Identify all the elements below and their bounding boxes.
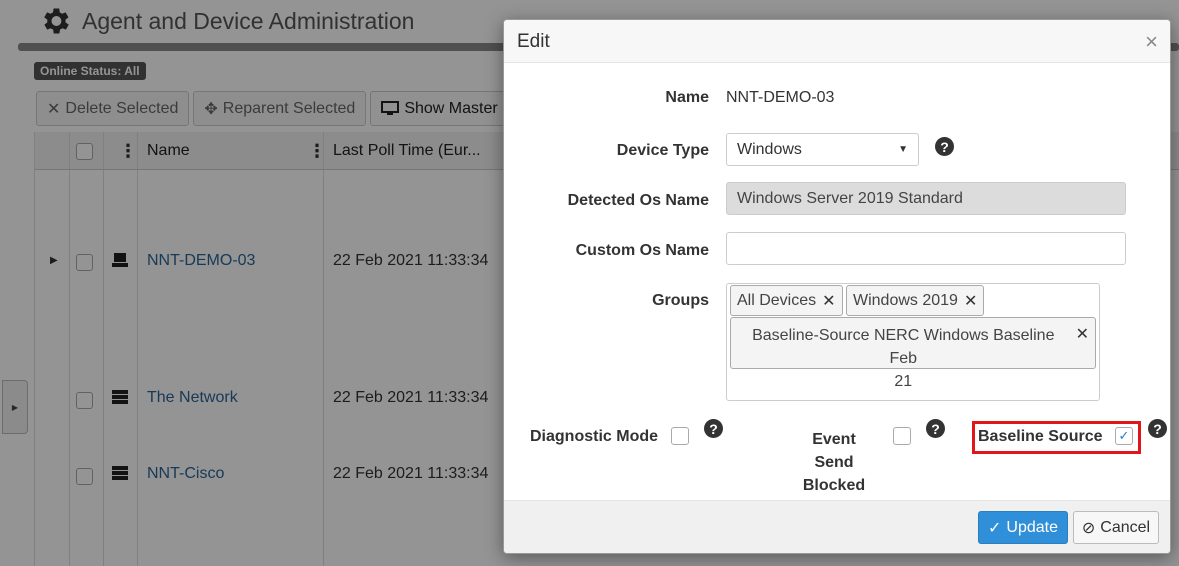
event-send-blocked-label: Event Send Blocked (802, 431, 866, 494)
device-type-select[interactable]: Windows ▼ (726, 133, 919, 166)
group-tag: All Devices ✕ (730, 285, 843, 316)
remove-tag-icon[interactable]: ✕ (822, 291, 835, 311)
edit-dialog: Edit × Name NNT-DEMO-03 Device Type Wind… (503, 19, 1171, 554)
diagnostic-mode-label: Diagnostic Mode (530, 428, 659, 445)
groups-multiselect[interactable]: All Devices ✕ Windows 2019 ✕ Baseline-So… (726, 283, 1100, 401)
group-tag-label: Windows 2019 (853, 291, 958, 309)
name-label: Name (665, 89, 709, 106)
checkmark-icon: ✓ (988, 519, 1002, 537)
dialog-header: Edit × (504, 20, 1170, 63)
group-tag-label: Baseline-Source NERC Windows Baseline Fe… (752, 327, 1055, 390)
cancel-label: Cancel (1100, 518, 1151, 536)
detected-os-value: Windows Server 2019 Standard (737, 189, 963, 207)
help-icon[interactable]: ? (704, 419, 723, 438)
detected-os-label: Detected Os Name (567, 192, 709, 209)
dialog-title: Edit (517, 31, 550, 52)
custom-os-field[interactable] (726, 232, 1126, 265)
ban-icon: ⊘ (1081, 519, 1096, 537)
remove-tag-icon[interactable]: ✕ (1076, 324, 1089, 344)
help-icon[interactable]: ? (935, 137, 954, 156)
baseline-source-checkbox[interactable]: ✓ (1115, 427, 1133, 445)
event-send-blocked-checkbox[interactable] (893, 427, 911, 445)
remove-tag-icon[interactable]: ✕ (964, 291, 977, 311)
update-label: Update (1006, 518, 1058, 536)
name-value: NNT-DEMO-03 (726, 89, 835, 106)
group-tag: Windows 2019 ✕ (846, 285, 985, 316)
caret-down-icon: ▼ (898, 144, 908, 155)
checkmark-icon: ✓ (1118, 428, 1130, 443)
group-tag-label: All Devices (737, 291, 817, 309)
help-icon[interactable]: ? (1148, 419, 1167, 438)
group-tag: Baseline-Source NERC Windows Baseline Fe… (730, 317, 1096, 390)
detected-os-field: Windows Server 2019 Standard (726, 182, 1126, 215)
device-type-value: Windows (737, 140, 802, 158)
cancel-button[interactable]: ⊘ Cancel (1073, 511, 1159, 544)
baseline-source-label: Baseline Source (978, 428, 1103, 445)
update-button[interactable]: ✓ Update (978, 511, 1068, 544)
close-icon[interactable]: × (1145, 29, 1158, 55)
diagnostic-mode-checkbox[interactable] (671, 427, 689, 445)
custom-os-label: Custom Os Name (575, 242, 709, 259)
help-icon[interactable]: ? (926, 419, 945, 438)
device-type-label: Device Type (616, 142, 709, 159)
dialog-footer: ✓ Update ⊘ Cancel (504, 500, 1170, 553)
groups-label: Groups (652, 292, 709, 309)
